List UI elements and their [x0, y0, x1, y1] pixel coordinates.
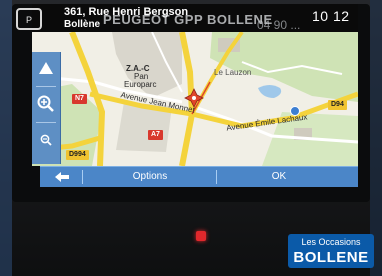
bottom-toolbar: Options OK [40, 166, 358, 187]
shield-a7: A7 [148, 130, 163, 140]
peugeot-logo-icon: P [16, 8, 42, 30]
hazard-light-icon[interactable] [196, 231, 206, 241]
map-control-panel [32, 52, 61, 164]
options-button[interactable]: Options [84, 167, 216, 187]
dealer-name-overlay: PEUGEOT GPP BOLLENE [103, 12, 273, 27]
badge-title: BOLLENE [293, 249, 369, 266]
zoom-in-icon[interactable] [32, 90, 60, 118]
dealer-phone-overlay: 04 90 ... [257, 18, 301, 32]
clock: 10 12 [312, 8, 350, 24]
dealer-badge: Les Occasions BOLLENE [288, 234, 374, 268]
arrow-left-icon[interactable] [48, 167, 76, 187]
shield-d994: D994 [66, 150, 89, 160]
shield-d94: D94 [328, 100, 347, 110]
address-line-2: Bollène [64, 19, 101, 30]
water-body [258, 85, 282, 98]
left-window-frame [0, 0, 12, 276]
shield-n7: N7 [72, 94, 87, 104]
panel-divider [36, 122, 56, 123]
toolbar-divider [216, 170, 217, 184]
toolbar-divider [82, 170, 83, 184]
poi-pin-icon[interactable] [290, 106, 300, 116]
ok-button[interactable]: OK [218, 167, 340, 187]
zoom-out-icon[interactable] [32, 126, 60, 154]
map-label-europarc: Europarc [124, 80, 157, 89]
map-label-lauzon: Le Lauzon [214, 68, 252, 77]
badge-subtitle: Les Occasions [301, 237, 361, 247]
triangle-up-icon[interactable] [32, 54, 60, 82]
panel-divider [36, 86, 56, 87]
navigation-map[interactable]: Z.A.-C Pan Europarc Le Lauzon Avenue Jea… [32, 32, 358, 166]
